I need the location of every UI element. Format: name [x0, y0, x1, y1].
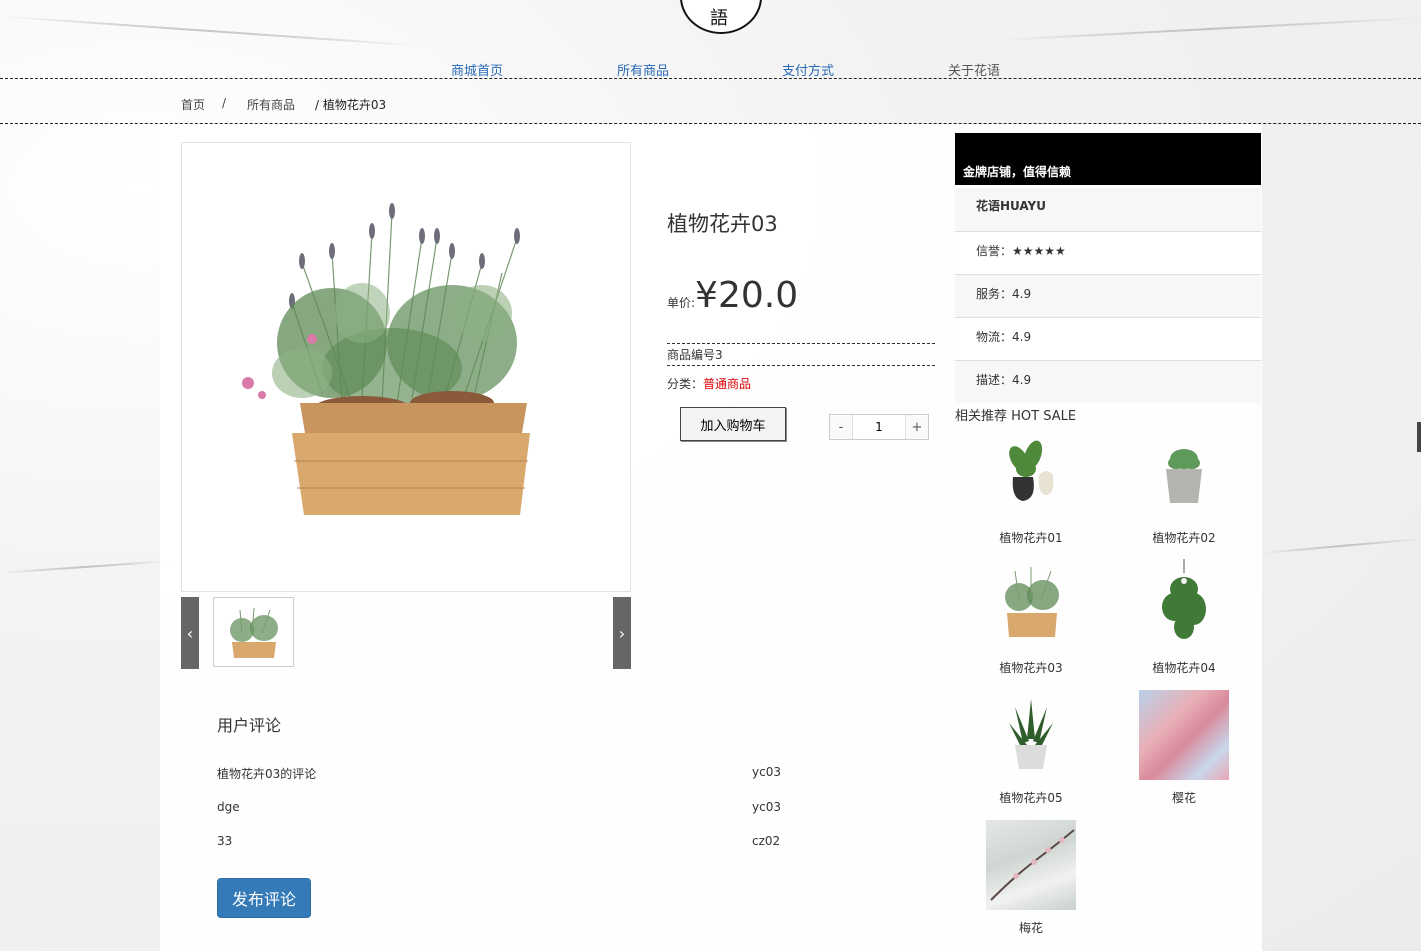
hot-item[interactable]: 植物花卉01 [971, 429, 1091, 549]
shop-logistics-row: 物流：4.9 [955, 318, 1261, 361]
logo-char: 語 [710, 8, 728, 29]
breadcrumb-home[interactable]: 首页 [181, 96, 205, 113]
review-row: 植物花卉03的评论 yc03 [217, 765, 787, 782]
thumbnail-carousel: ‹ › [181, 597, 631, 669]
category-value[interactable]: 普通商品 [703, 377, 751, 391]
hot-item[interactable]: 植物花卉04 [1124, 559, 1244, 679]
shop-description-row: 描述：4.9 [955, 361, 1261, 403]
hot-item[interactable]: 植物花卉02 [1124, 429, 1244, 549]
quantity-increase-button[interactable]: + [906, 415, 928, 439]
nav-divider [0, 78, 1421, 79]
breadcrumb-all-products[interactable]: 所有商品 [247, 96, 295, 113]
product-category: 分类：普通商品 [667, 375, 751, 392]
shop-logistics: 物流：4.9 [976, 330, 1032, 344]
nav-home[interactable]: 商城首页 [451, 60, 503, 79]
product-main-image[interactable] [181, 142, 631, 592]
hot-item[interactable]: 植物花卉03 [971, 559, 1091, 679]
top-nav: 商城首页 所有商品 支付方式 关于花语 [0, 56, 1421, 79]
plum-branch-icon [990, 829, 1075, 901]
quantity-input[interactable] [852, 415, 906, 439]
quantity-stepper: - + [829, 414, 929, 440]
price-value: ¥20.0 [695, 275, 799, 316]
plant-03-image [1005, 567, 1059, 637]
shop-banner: 金牌店铺，值得信赖 [955, 133, 1261, 185]
hot-item-name: 樱花 [1171, 791, 1196, 805]
plum-blossom-image [986, 820, 1076, 910]
review-text: 33 [217, 834, 233, 848]
category-label: 分类： [667, 377, 704, 391]
chevron-right-icon: › [618, 623, 626, 643]
shop-description: 描述：4.9 [976, 373, 1032, 387]
hot-item-name: 植物花卉04 [1152, 661, 1216, 675]
review-text: 植物花卉03的评论 [217, 767, 317, 781]
carousel-next-button[interactable]: › [613, 597, 631, 669]
plant-04-image [1162, 559, 1206, 639]
shop-reputation: 信誉：★★★★★ [976, 244, 1066, 258]
review-text: dge [217, 800, 240, 814]
shop-service-row: 服务：4.9 [955, 275, 1261, 318]
chevron-left-icon: ‹ [186, 623, 194, 643]
hot-sale-title: 相关推荐 HOT SALE [955, 409, 1077, 424]
breadcrumb-separator: / [222, 96, 227, 110]
nav-all-products[interactable]: 所有商品 [617, 60, 669, 79]
review-user: yc03 [752, 765, 781, 779]
hot-item-name: 梅花 [1018, 921, 1043, 935]
reviews-title: 用户评论 [217, 716, 282, 735]
price-row: 单价:¥20.0 [667, 275, 798, 316]
review-row: 33 cz02 [217, 834, 787, 848]
hot-item[interactable]: 植物花卉05 [971, 689, 1091, 809]
thumbnail-image[interactable] [213, 597, 294, 667]
carousel-prev-button[interactable]: ‹ [181, 597, 199, 669]
nav-payment[interactable]: 支付方式 [782, 60, 834, 79]
shop-banner-text: 金牌店铺，值得信赖 [963, 165, 1072, 179]
add-to-cart-button[interactable]: 加入购物车 [680, 407, 786, 441]
hot-item[interactable]: 樱花 [1124, 689, 1244, 809]
hot-item[interactable]: 梅花 [971, 819, 1091, 939]
hot-item-name: 植物花卉03 [999, 661, 1063, 675]
review-row: dge yc03 [217, 800, 787, 814]
product-sku: 商品编号3 [667, 343, 935, 366]
potted-plant-image [242, 203, 530, 515]
nav-about[interactable]: 关于花语 [948, 60, 1000, 79]
publish-review-button[interactable]: 发布评论 [217, 878, 311, 918]
breadcrumb-current: / 植物花卉03 [315, 98, 387, 112]
shop-name[interactable]: 花语HUAYU [976, 197, 1046, 214]
plant-02-image [1166, 449, 1202, 503]
hot-item-name: 植物花卉02 [1152, 531, 1216, 545]
review-user: yc03 [752, 800, 781, 814]
cherry-blossom-image [1139, 690, 1229, 780]
shop-reputation-row: 信誉：★★★★★ [955, 232, 1261, 275]
shop-service: 服务：4.9 [976, 287, 1032, 301]
plant-01-image [1009, 440, 1054, 501]
plant-05-image [1009, 699, 1053, 769]
hot-item-name: 植物花卉05 [999, 791, 1063, 805]
scrollbar-thumb[interactable] [1417, 422, 1421, 452]
quantity-decrease-button[interactable]: - [830, 415, 852, 439]
potted-plant-thumbnail [230, 607, 278, 658]
product-title: 植物花卉03 [667, 212, 778, 236]
review-user: cz02 [752, 834, 781, 848]
shop-name-row: 花语HUAYU [955, 188, 1261, 232]
hot-item-name: 植物花卉01 [999, 531, 1063, 545]
breadcrumb-divider [0, 123, 1421, 124]
price-label: 单价: [667, 296, 696, 310]
